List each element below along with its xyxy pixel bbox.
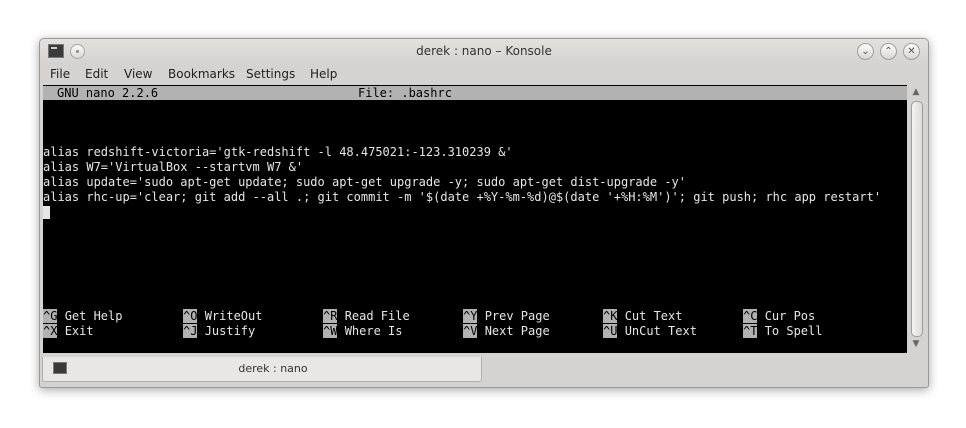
shortcut-next-page[interactable]: ^V Next Page — [463, 324, 550, 339]
shortcut-label: Where Is — [344, 324, 403, 338]
menu-edit[interactable]: Edit — [85, 67, 108, 81]
shortcut-key: ^Y — [463, 309, 478, 323]
shortcut-label: Cut Text — [624, 309, 683, 323]
minimize-button[interactable]: ⌄ — [857, 43, 874, 60]
shortcut-writeout[interactable]: ^O WriteOut — [183, 309, 262, 324]
shortcut-label: UnCut Text — [624, 324, 697, 338]
shortcut-key: ^V — [463, 324, 478, 338]
shortcut-uncut-text[interactable]: ^U UnCut Text — [603, 324, 697, 339]
arrow-down-icon[interactable]: ▼ — [908, 337, 924, 351]
shortcut-key: ^R — [323, 309, 338, 323]
terminal-area[interactable]: GNU nano 2.2.6 File: .bashrc alias redsh… — [43, 85, 907, 353]
maximize-button[interactable]: ⌃ — [880, 43, 897, 60]
vertical-scrollbar[interactable]: ▲ ▼ — [908, 85, 924, 353]
shortcut-cut-text[interactable]: ^K Cut Text — [603, 309, 682, 324]
editor-line[interactable]: alias update='sudo apt-get update; sudo … — [43, 175, 686, 190]
shortcut-label: Cur Pos — [764, 309, 816, 323]
shortcut-key: ^J — [183, 324, 198, 338]
shortcut-label: Read File — [344, 309, 410, 323]
title-bar[interactable]: derek : nano – Konsole ⌄ ⌃ ✕ — [40, 39, 928, 64]
menu-view[interactable]: View — [124, 67, 152, 81]
close-button[interactable]: ✕ — [903, 43, 920, 60]
shortcut-label: To Spell — [764, 324, 823, 338]
tab-label: derek : nano — [238, 362, 308, 375]
tab-bar: derek : nano — [40, 357, 928, 387]
shortcut-label: Get Help — [64, 309, 123, 323]
editor-line[interactable]: alias W7='VirtualBox --startvm W7 &' — [43, 160, 303, 175]
shortcut-label: Exit — [64, 324, 94, 338]
shortcut-prev-page[interactable]: ^Y Prev Page — [463, 309, 550, 324]
nano-version: GNU nano 2.2.6 — [57, 86, 159, 100]
shortcut-get-help[interactable]: ^G Get Help — [43, 309, 122, 324]
shortcut-key: ^K — [603, 309, 618, 323]
shortcut-key: ^O — [183, 309, 198, 323]
shortcut-label: Justify — [204, 324, 256, 338]
konsole-window: derek : nano – Konsole ⌄ ⌃ ✕ File Edit V… — [39, 38, 929, 388]
window-title: derek : nano – Konsole — [416, 44, 552, 58]
menu-bookmarks[interactable]: Bookmarks — [168, 67, 235, 81]
editor-line[interactable]: alias rhc-up='clear; git add --all .; gi… — [43, 190, 881, 205]
nano-title-bar: GNU nano 2.2.6 File: .bashrc — [43, 86, 907, 100]
shortcut-where-is[interactable]: ^W Where Is — [323, 324, 402, 339]
arrow-up-icon[interactable]: ▲ — [908, 85, 924, 99]
shortcut-key: ^T — [743, 324, 758, 338]
shortcut-cur-pos[interactable]: ^C Cur Pos — [743, 309, 815, 324]
menu-bar: File Edit View Bookmarks Settings Help — [40, 64, 928, 84]
shortcut-key: ^X — [43, 324, 58, 338]
nano-filename: File: .bashrc — [358, 86, 452, 100]
shortcut-label: WriteOut — [204, 309, 263, 323]
shortcut-exit[interactable]: ^X Exit — [43, 324, 94, 339]
tab-derek-nano[interactable]: derek : nano — [42, 357, 482, 382]
menu-settings[interactable]: Settings — [246, 67, 295, 81]
shortcut-justify[interactable]: ^J Justify — [183, 324, 255, 339]
shortcut-key: ^U — [603, 324, 618, 338]
shortcut-key: ^W — [323, 324, 338, 338]
shortcut-key: ^G — [43, 309, 58, 323]
shortcut-read-file[interactable]: ^R Read File — [323, 309, 410, 324]
menu-help[interactable]: Help — [310, 67, 337, 81]
shortcut-to-spell[interactable]: ^T To Spell — [743, 324, 822, 339]
shortcut-label: Prev Page — [484, 309, 550, 323]
text-cursor — [43, 206, 50, 219]
shortcut-key: ^C — [743, 309, 758, 323]
scroll-thumb[interactable] — [911, 101, 923, 337]
shortcut-label: Next Page — [484, 324, 550, 338]
editor-line[interactable]: alias redshift-victoria='gtk-redshift -l… — [43, 145, 513, 160]
menu-file[interactable]: File — [50, 67, 70, 81]
